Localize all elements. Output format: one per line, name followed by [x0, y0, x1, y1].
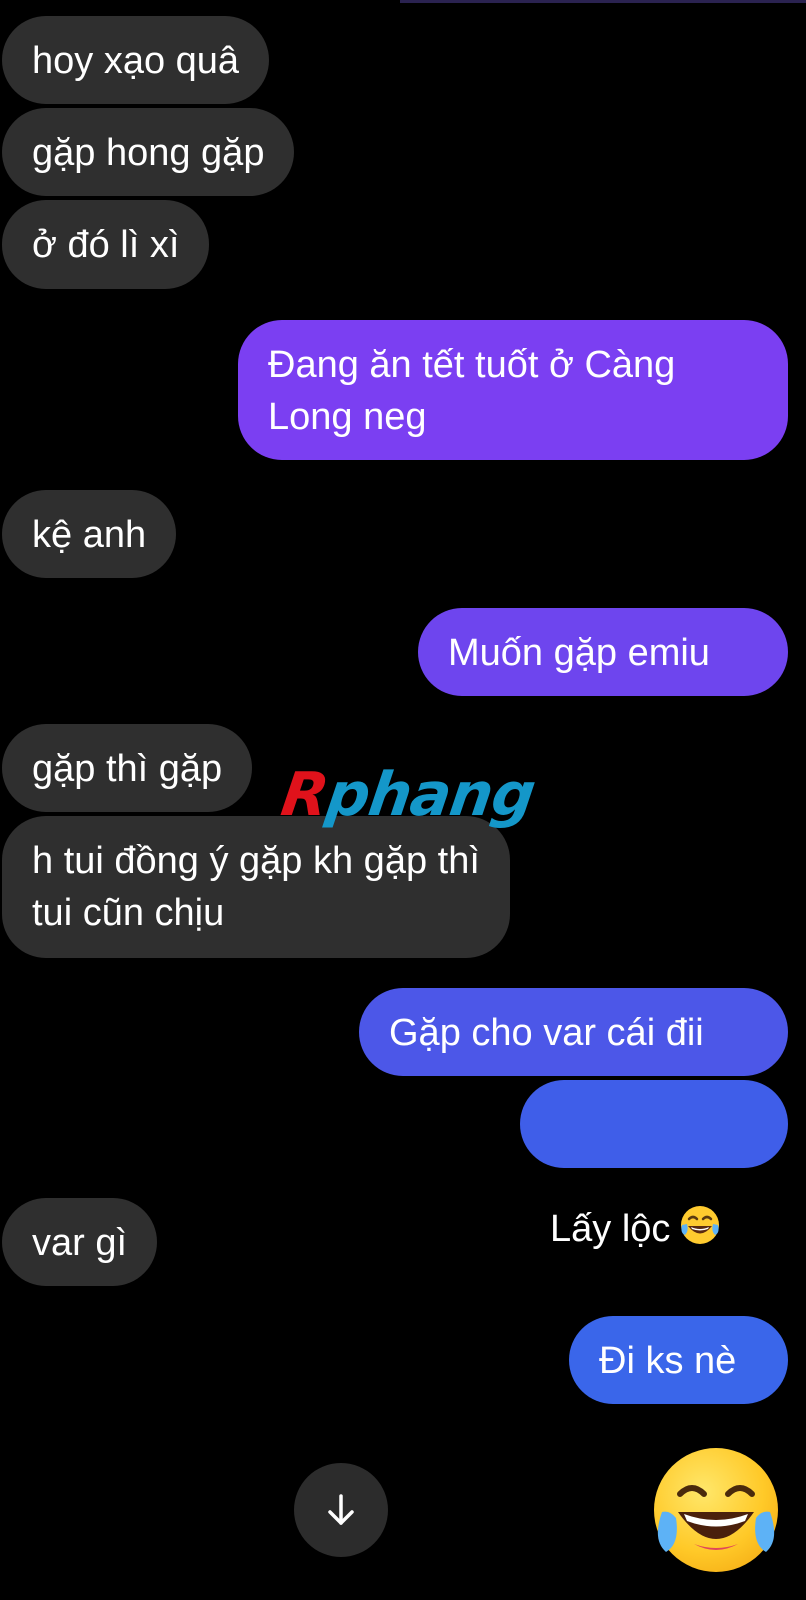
arrow-down-icon [328, 1494, 354, 1525]
incoming-message: gặp hong gặp [2, 108, 295, 196]
watermark-rest: phang [322, 760, 539, 830]
face-with-tears-of-joy-icon[interactable] [654, 1448, 778, 1572]
incoming-message: ở đó lì xì [2, 200, 210, 289]
incoming-message: var gì [2, 1198, 158, 1286]
face-with-tears-of-joy-icon [678, 1151, 722, 1244]
outgoing-message: Lấy lộc [520, 1080, 788, 1250]
incoming-message: h tui đồng ý gặp kh gặp thì tui cũn chịu [2, 816, 510, 958]
incoming-message: kệ anh [2, 490, 177, 578]
incoming-message: gặp thì gặp [2, 724, 253, 812]
outgoing-message: Gặp cho var cái đii [359, 988, 788, 1076]
outgoing-message: Đi ks nè [569, 1316, 788, 1404]
message-text: Lấy lộc [550, 1208, 671, 1250]
outgoing-message: Muốn gặp emiu [418, 608, 788, 696]
outgoing-message: Đang ăn tết tuốt ở Càng Long neg [238, 320, 788, 460]
watermark-logo: Rphang [277, 760, 539, 830]
incoming-message: hoy xạo quâ [2, 16, 270, 104]
scroll-to-bottom-button[interactable] [294, 1463, 388, 1557]
